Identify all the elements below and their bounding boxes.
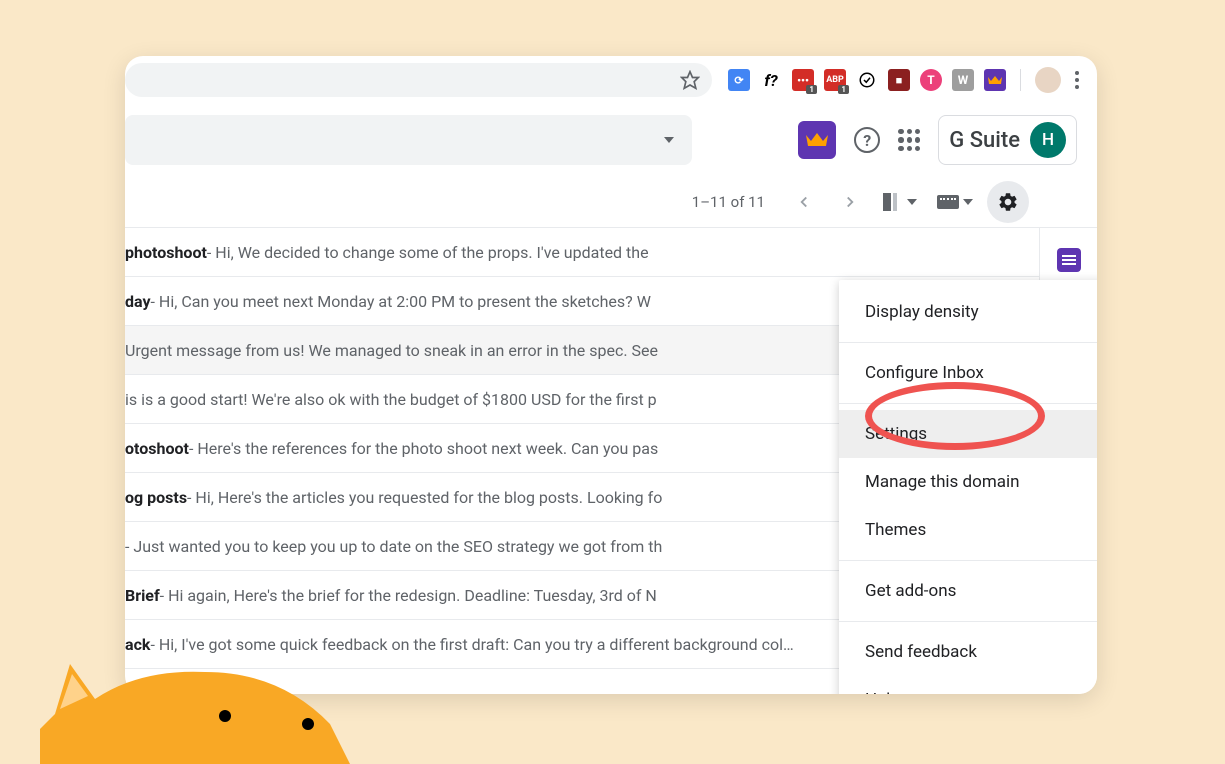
dropdown-item-help[interactable]: Help <box>839 676 1097 694</box>
email-snippet: is is a good start! We're also ok with t… <box>125 390 657 409</box>
email-snippet: - Just wanted you to keep you up to date… <box>125 537 662 556</box>
ext-g-icon[interactable] <box>856 69 878 91</box>
keyboard-icon <box>937 195 959 209</box>
dropdown-item-configure-inbox[interactable]: Configure Inbox <box>839 349 1097 397</box>
dropdown-item-themes[interactable]: Themes <box>839 506 1097 554</box>
dropdown-separator <box>839 621 1097 622</box>
dropdown-item-display-density[interactable]: Display density <box>839 288 1097 336</box>
ext-lastpass-icon[interactable]: •••1 <box>792 69 814 91</box>
email-snippet: - Hi, We decided to change some of the p… <box>207 243 649 262</box>
crown-app-icon[interactable] <box>798 121 836 159</box>
dropdown-separator <box>839 403 1097 404</box>
extensions-row: ⟳ f? •••1 ABP1 ■ T W <box>728 67 1087 93</box>
ext-w-icon[interactable]: W <box>952 69 974 91</box>
dropdown-item-manage-this-domain[interactable]: Manage this domain <box>839 458 1097 506</box>
email-subject: photoshoot <box>125 243 207 262</box>
ext-t-icon[interactable]: T <box>920 69 942 91</box>
mail-toolbar: 1–11 of 11 <box>125 176 1097 228</box>
ext-font-icon[interactable]: f? <box>760 69 782 91</box>
gsuite-account[interactable]: G Suite H <box>938 115 1077 165</box>
email-snippet: - Hi, I've got some quick feedback on th… <box>150 635 793 654</box>
omnibox[interactable] <box>125 63 712 97</box>
dropdown-item-get-add-ons[interactable]: Get add-ons <box>839 567 1097 615</box>
split-pane-button[interactable] <box>883 193 917 211</box>
gsuite-label: G Suite <box>949 128 1020 153</box>
email-snippet: - Hi, Here's the articles you requested … <box>187 488 662 507</box>
prev-page-button[interactable] <box>785 183 823 221</box>
apps-launcher-icon[interactable] <box>898 129 920 151</box>
email-subject: ack <box>125 635 150 654</box>
account-avatar-icon[interactable]: H <box>1030 122 1066 158</box>
email-subject: Brief <box>125 586 160 605</box>
search-input[interactable] <box>125 115 692 165</box>
search-options-caret-icon[interactable] <box>664 137 674 143</box>
profile-avatar-icon[interactable] <box>1035 67 1061 93</box>
chevron-down-icon <box>963 199 973 205</box>
ext-translate-icon[interactable]: ⟳ <box>728 69 750 91</box>
email-snippet: Urgent message from us! We managed to sn… <box>125 341 658 360</box>
email-snippet: - Hi, Can you meet next Monday at 2:00 P… <box>151 292 651 311</box>
pagination-label: 1–11 of 11 <box>692 193 765 211</box>
input-tools-button[interactable] <box>937 195 973 209</box>
dropdown-separator <box>839 560 1097 561</box>
gear-icon <box>997 191 1019 213</box>
settings-dropdown: Display density Configure Inbox SettingsMa… <box>839 280 1097 694</box>
settings-gear-button[interactable] <box>987 181 1029 223</box>
rail-tasks-icon[interactable] <box>1057 248 1081 272</box>
email-subject: otoshoot <box>125 439 189 458</box>
email-row[interactable]: photoshoot - Hi, We decided to change so… <box>125 228 1039 277</box>
browser-toolbar: ⟳ f? •••1 ABP1 ■ T W <box>125 56 1097 104</box>
email-subject: og posts <box>125 488 187 507</box>
browser-menu-icon[interactable] <box>1071 67 1083 93</box>
star-icon[interactable] <box>680 70 700 90</box>
email-subject: day <box>125 292 151 311</box>
app-window: ⟳ f? •••1 ABP1 ■ T W ? G <box>125 56 1097 694</box>
dropdown-separator <box>839 342 1097 343</box>
ext-crown-icon[interactable] <box>984 69 1006 91</box>
email-snippet: - Here's the references for the photo sh… <box>189 439 658 458</box>
next-page-button[interactable] <box>831 183 869 221</box>
ext-brave-icon[interactable]: ■ <box>888 69 910 91</box>
gmail-header: ? G Suite H <box>125 104 1097 176</box>
chevron-down-icon <box>907 199 917 205</box>
email-snippet: - Hi again, Here's the brief for the red… <box>160 586 657 605</box>
dropdown-item-settings[interactable]: Settings <box>839 410 1097 458</box>
dropdown-item-send-feedback[interactable]: Send feedback <box>839 628 1097 676</box>
help-icon[interactable]: ? <box>854 127 880 153</box>
ext-abp-icon[interactable]: ABP1 <box>824 69 846 91</box>
